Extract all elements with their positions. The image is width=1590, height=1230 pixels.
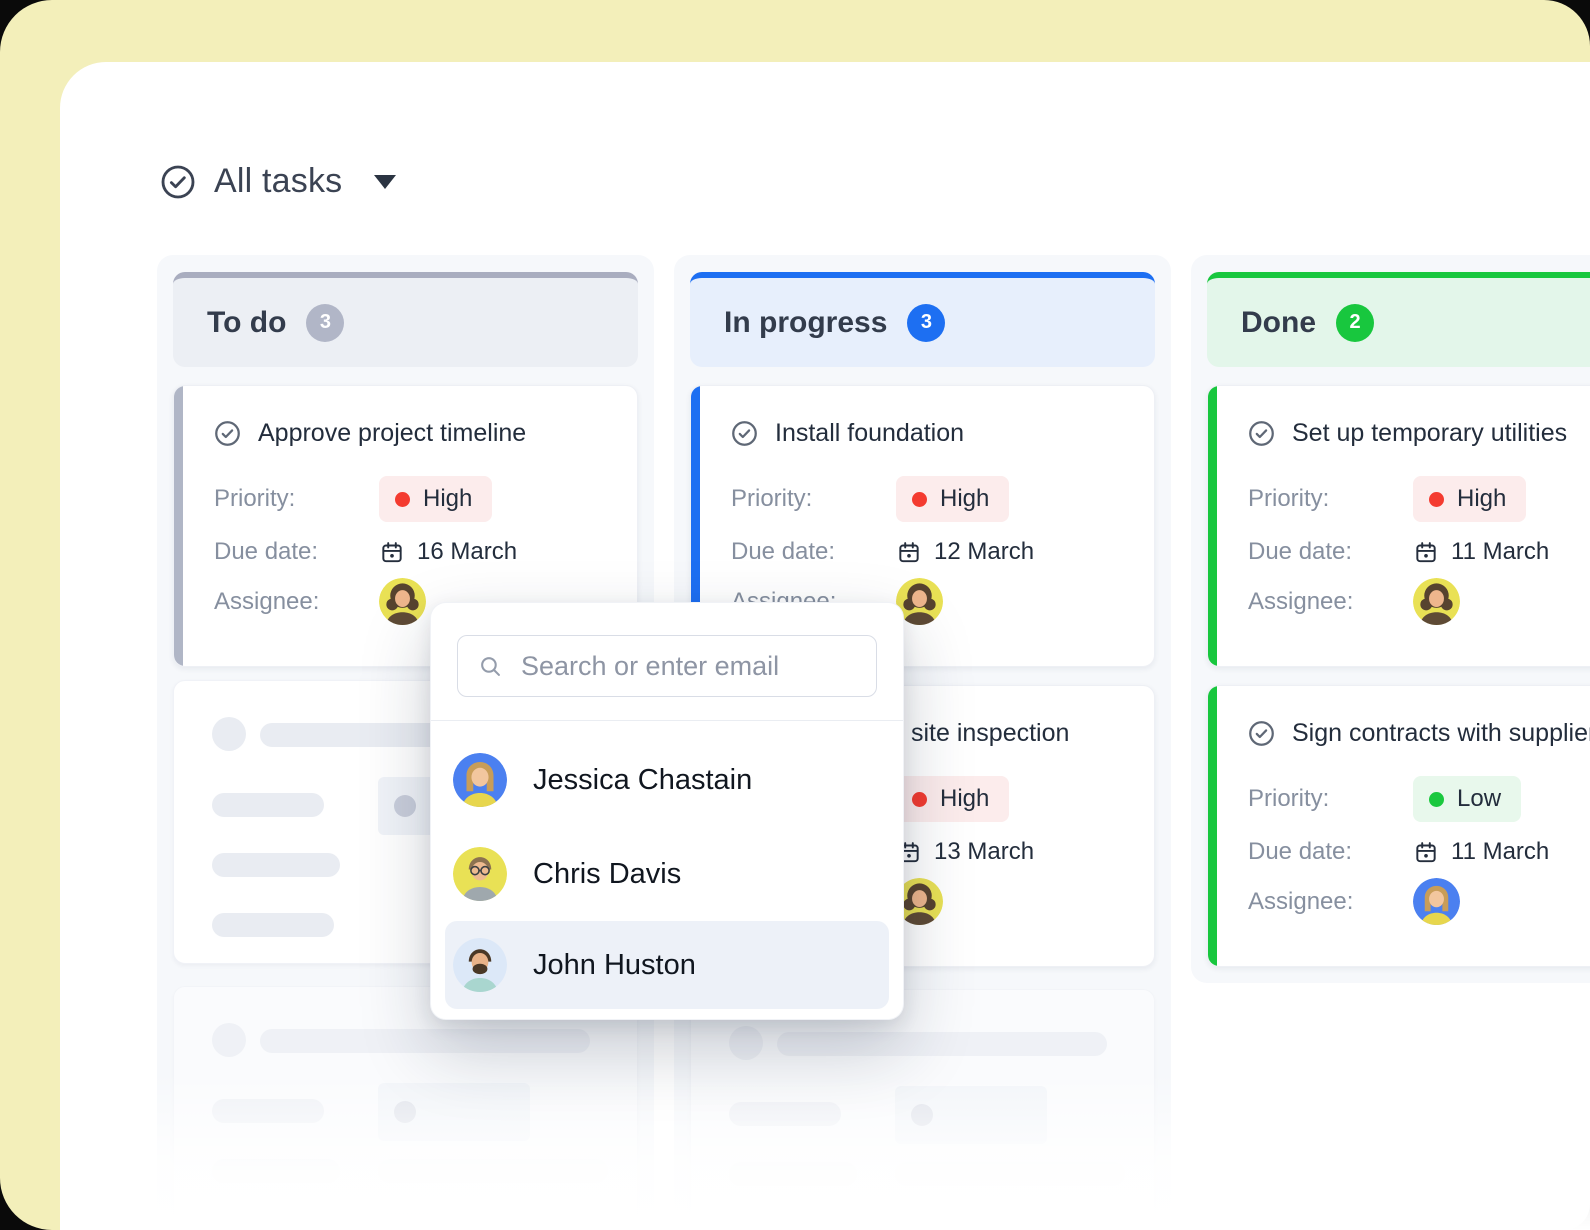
assignee-label: Assignee: [1248, 887, 1354, 915]
board-canvas: All tasks To do 3 Approve project timeli… [60, 62, 1590, 1230]
assignee-avatar-woman-curly[interactable] [1413, 578, 1460, 625]
priority-dot [395, 491, 410, 507]
assignee-label: Assignee: [1248, 587, 1354, 615]
due-date-value: 16 March [417, 538, 518, 565]
task-card-sign-contracts-with-suppliers[interactable]: Sign contracts with suppliers Priority: … [1207, 685, 1590, 967]
task-title: Install foundation [775, 418, 965, 447]
column-title: In progress [724, 305, 888, 339]
calendar-icon [1416, 842, 1436, 863]
column-title: To do [207, 305, 287, 339]
due-date-value: 12 March [934, 538, 1035, 565]
task-title: site inspection [911, 718, 1070, 747]
due-date-value: 11 March [1451, 838, 1550, 865]
due-date-value: 13 March [934, 838, 1035, 865]
priority-value: High [940, 785, 990, 812]
column-header-todo: To do 3 [173, 272, 638, 367]
priority-value: High [940, 485, 990, 512]
priority-label: Priority: [214, 485, 296, 512]
avatar-man-glasses [453, 847, 507, 901]
skeleton-task-card [690, 989, 1155, 1230]
user-option-john-huston[interactable]: John Huston [445, 921, 889, 1009]
task-title: Set up temporary utilities [1292, 418, 1568, 447]
assignee-picker-popover: Jessica Chastain Chris Davis John Huston [430, 602, 904, 1020]
due-date-label: Due date: [731, 538, 836, 565]
priority-value: High [1457, 485, 1507, 512]
priority-badge: High [896, 776, 1010, 822]
assignee-avatar-woman-blonde[interactable] [1413, 878, 1460, 925]
all-tasks-check-icon [161, 165, 195, 198]
popover-divider [431, 720, 903, 721]
assignee-search-box [457, 635, 877, 697]
task-check-icon [215, 420, 240, 446]
task-card-set-up-temporary-utilities[interactable]: Set up temporary utilities Priority: Hig… [1207, 385, 1590, 667]
calendar-icon [382, 542, 402, 563]
avatar-man-beard [453, 938, 507, 992]
task-check-icon [732, 420, 757, 446]
search-icon [481, 656, 500, 676]
column-header-done: Done 2 [1207, 272, 1590, 367]
user-option-jessica-chastain[interactable]: Jessica Chastain [431, 733, 903, 827]
calendar-icon [1416, 542, 1436, 563]
chevron-down-icon [374, 174, 397, 189]
column-count-badge: 3 [907, 303, 946, 342]
priority-label: Priority: [1248, 785, 1330, 812]
task-title: Approve project timeline [258, 418, 527, 447]
app-window: All tasks To do 3 Approve project timeli… [0, 0, 1590, 1230]
assignee-user-list: Jessica Chastain Chris Davis John Huston [431, 733, 903, 1009]
user-name: John Huston [533, 948, 696, 981]
page-title: All tasks [214, 162, 343, 200]
assignee-label: Assignee: [214, 587, 320, 615]
due-date-value: 11 March [1451, 538, 1550, 565]
user-name: Chris Davis [533, 857, 682, 890]
column-count-badge: 3 [306, 303, 345, 342]
user-option-chris-davis[interactable]: Chris Davis [431, 827, 903, 921]
column-header-in-progress: In progress 3 [690, 272, 1155, 367]
priority-value: High [423, 485, 473, 512]
column-done: Done 2 Set up temporary utilities Priori… [1191, 255, 1590, 983]
due-date-label: Due date: [1248, 838, 1353, 865]
priority-dot [1429, 491, 1444, 507]
avatar-woman-blonde [453, 753, 507, 807]
task-check-icon [1249, 420, 1274, 446]
due-date-label: Due date: [214, 538, 319, 565]
view-switcher-dropdown[interactable]: All tasks [160, 162, 397, 201]
priority-badge: High [379, 476, 493, 522]
calendar-icon [899, 542, 919, 563]
priority-label: Priority: [1248, 485, 1330, 512]
priority-dot [912, 791, 927, 807]
assignee-search-input[interactable] [519, 649, 877, 683]
priority-value: Low [1457, 785, 1502, 812]
priority-dot [1429, 791, 1444, 807]
priority-badge: High [1413, 476, 1527, 522]
column-title: Done [1241, 305, 1316, 339]
due-date-label: Due date: [1248, 538, 1353, 565]
priority-dot [912, 491, 927, 507]
task-title: Sign contracts with suppliers [1292, 718, 1590, 747]
skeleton-task-card [173, 986, 638, 1230]
task-check-icon [1249, 720, 1274, 746]
priority-badge: High [896, 476, 1010, 522]
priority-label: Priority: [731, 485, 813, 512]
user-name: Jessica Chastain [533, 763, 753, 796]
priority-badge: Low [1413, 776, 1522, 822]
assignee-avatar-woman-curly[interactable] [379, 578, 426, 625]
column-count-badge: 2 [1336, 303, 1374, 342]
